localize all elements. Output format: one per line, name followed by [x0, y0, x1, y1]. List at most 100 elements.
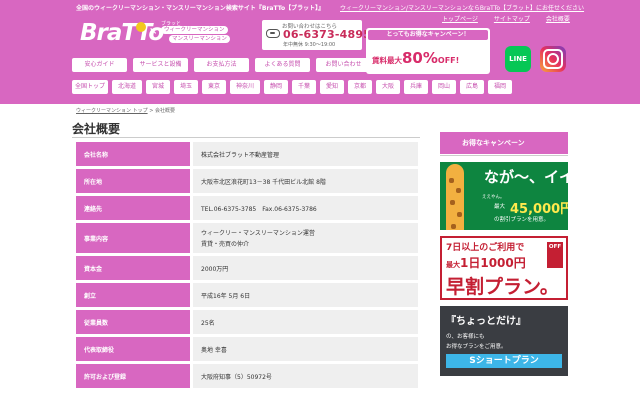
table-row: 創立 平成16年 5月 6日	[76, 283, 418, 307]
row-label: 従業員数	[76, 310, 190, 334]
row-value: 平成16年 5月 6日	[193, 283, 418, 307]
area-hiroshima[interactable]: 広島	[460, 80, 484, 94]
row-value: 株式会社ブラット不動産管理	[193, 142, 418, 166]
area-okayama[interactable]: 岡山	[432, 80, 456, 94]
banner3-line1: 『ちょっとだけ』	[446, 316, 526, 327]
table-row: 連絡先 TEL.06-6375-3785 Fax.06-6375-3786	[76, 196, 418, 220]
header-tagline: 全国のウィークリーマンション・マンスリーマンション検索サイト『BraTTo【ブラ…	[76, 5, 325, 12]
row-label: 所在地	[76, 169, 190, 193]
area-saitama[interactable]: 埼玉	[174, 80, 198, 94]
area-aichi[interactable]: 愛知	[320, 80, 344, 94]
breadcrumb-current: 会社概要	[154, 108, 175, 114]
row-value: 奥地 幸喜	[193, 337, 418, 361]
instagram-icon[interactable]	[540, 46, 566, 72]
early-discount-banner[interactable]: 7日以上のご利用で 最大1日1000円 OFF 早割プラン。	[440, 236, 568, 300]
top-link-home[interactable]: トップページ	[442, 14, 478, 23]
nav-payment[interactable]: お支払方法	[194, 58, 249, 72]
nav-faq[interactable]: よくある質問	[255, 58, 310, 72]
table-row: 代表取締役 奥地 幸喜	[76, 337, 418, 361]
title-divider	[72, 137, 420, 138]
row-label: 代表取締役	[76, 337, 190, 361]
long-stay-campaign-banner[interactable]: なが〜、イイ。 ええやん。 最大 45,000円 の割引プランを用意。	[440, 162, 568, 230]
area-miyagi[interactable]: 宮城	[146, 80, 170, 94]
campaign-sidebar-heading: お得なキャンペーン	[440, 132, 568, 154]
banner3-plan-bar: Sショートプラン	[446, 354, 562, 368]
area-tokyo[interactable]: 東京	[202, 80, 226, 94]
giraffe-illustration	[446, 164, 464, 230]
banner2-off-badge: OFF	[547, 242, 563, 268]
banner2-line3: 早割プラン。	[446, 276, 559, 298]
area-fukuoka[interactable]: 福岡	[488, 80, 512, 94]
phone-contact-box[interactable]: お問い合わせはこちら 06-6373-4895 年中無休 9:30〜19:00	[262, 20, 371, 50]
campaign-percent: 80%	[402, 49, 438, 67]
logo-cross: ×	[149, 26, 158, 37]
nav-contact[interactable]: お問い合わせ	[316, 58, 371, 72]
top-link-company[interactable]: 会社概要	[546, 14, 570, 23]
banner2-prefix: 最大	[446, 261, 460, 269]
logo-sub-monthly: マンスリーマンション	[169, 35, 230, 43]
row-value: TEL.06-6375-3785 Fax.06-6375-3786	[193, 196, 418, 220]
campaign-header-banner[interactable]: とってもお得なキャンペーン！ 賃料最大80%OFF!	[366, 28, 490, 74]
area-osaka[interactable]: 大阪	[376, 80, 400, 94]
banner2-amount: 1日1000円	[460, 256, 526, 270]
row-value: 25名	[193, 310, 418, 334]
top-links: トップページ サイトマップ 会社概要	[442, 14, 570, 23]
row-value: ウィークリー・マンスリーマンション運営 賃貸・売買の仲介	[193, 223, 418, 253]
row-value-line: 賃貸・売買の仲介	[201, 241, 250, 248]
nav-guide[interactable]: 安心ガイド	[72, 58, 127, 72]
row-value: 大阪市北区浪花町13－38 千代田ビル北館 8階	[193, 169, 418, 193]
logo-badge-icon	[136, 22, 146, 32]
breadcrumb-separator: >	[149, 108, 154, 114]
campaign-head: とってもお得なキャンペーン！	[368, 30, 488, 40]
table-row: 所在地 大阪市北区浪花町13－38 千代田ビル北館 8階	[76, 169, 418, 193]
phone-icon	[266, 29, 280, 38]
banner1-prefix: 最大	[494, 204, 506, 210]
campaign-prefix: 賃料最大	[372, 56, 402, 65]
row-label: 資本金	[76, 256, 190, 280]
row-label: 会社名称	[76, 142, 190, 166]
area-nav: 全国トップ 北海道 宮城 埼玉 東京 神奈川 静岡 千葉 愛知 京都 大阪 兵庫…	[72, 80, 512, 94]
company-info-table: 会社名称 株式会社ブラット不動産管理 所在地 大阪市北区浪花町13－38 千代田…	[76, 142, 418, 391]
top-link-sitemap[interactable]: サイトマップ	[494, 14, 530, 23]
table-row: 資本金 2000万円	[76, 256, 418, 280]
banner2-line1: 7日以上のご利用で	[446, 243, 525, 253]
banner3-line3: お得なプランをご用意。	[446, 344, 507, 350]
sidebar-divider	[440, 155, 568, 156]
logo-sub-weekly: ウィークリーマンション	[161, 26, 228, 34]
main-nav: 安心ガイド サービスと設備 お支払方法 よくある質問 お問い合わせ	[72, 58, 371, 72]
site-header: 全国のウィークリーマンション・マンスリーマンション検索サイト『BraTTo【ブラ…	[0, 0, 640, 104]
banner3-line2: の、お客様にも	[446, 334, 485, 340]
campaign-body: 賃料最大80%OFF!	[372, 48, 459, 67]
area-shizuoka[interactable]: 静岡	[264, 80, 288, 94]
phone-number[interactable]: 06-6373-4895	[283, 28, 371, 41]
line-icon[interactable]: LINE	[505, 46, 531, 72]
row-value-line: ウィークリー・マンスリーマンション運営	[201, 230, 315, 237]
table-row: 許可および登録 大阪府知事（5）50972号	[76, 364, 418, 388]
breadcrumb-home-link[interactable]: ウィークリーマンション トップ	[76, 108, 148, 114]
phone-hours: 年中無休 9:30〜19:00	[283, 42, 336, 48]
table-row: 事業内容 ウィークリー・マンスリーマンション運営 賃貸・売買の仲介	[76, 223, 418, 253]
row-label: 連絡先	[76, 196, 190, 220]
area-hyogo[interactable]: 兵庫	[404, 80, 428, 94]
row-label: 許可および登録	[76, 364, 190, 388]
area-kanagawa[interactable]: 神奈川	[230, 80, 260, 94]
logo-subtitle: ブラッと ウィークリーマンション マンスリーマンション	[161, 20, 230, 43]
banner2-line2: 最大1日1000円	[446, 254, 526, 271]
row-label: 事業内容	[76, 223, 190, 253]
area-hokkaido[interactable]: 北海道	[112, 80, 142, 94]
campaign-suffix: OFF!	[437, 56, 460, 65]
area-kyoto[interactable]: 京都	[348, 80, 372, 94]
table-row: 会社名称 株式会社ブラット不動産管理	[76, 142, 418, 166]
table-row: 従業員数 25名	[76, 310, 418, 334]
row-label: 創立	[76, 283, 190, 307]
page-title: 会社概要	[72, 122, 121, 136]
area-national[interactable]: 全国トップ	[72, 80, 108, 94]
banner1-suffix: の割引プランを用意。	[494, 217, 550, 223]
row-value: 2000万円	[193, 256, 418, 280]
breadcrumb: ウィークリーマンション トップ > 会社概要	[76, 107, 175, 114]
header-note-link[interactable]: ウィークリーマンション/マンスリーマンションならBraTTo【ブラット】にお任せ…	[340, 3, 584, 12]
banner1-small-left: ええやん。	[482, 195, 505, 200]
nav-services[interactable]: サービスと設備	[133, 58, 188, 72]
short-plan-banner[interactable]: 『ちょっとだけ』 の、お客様にも お得なプランをご用意。 Sショートプラン	[440, 306, 568, 376]
area-chiba[interactable]: 千葉	[292, 80, 316, 94]
